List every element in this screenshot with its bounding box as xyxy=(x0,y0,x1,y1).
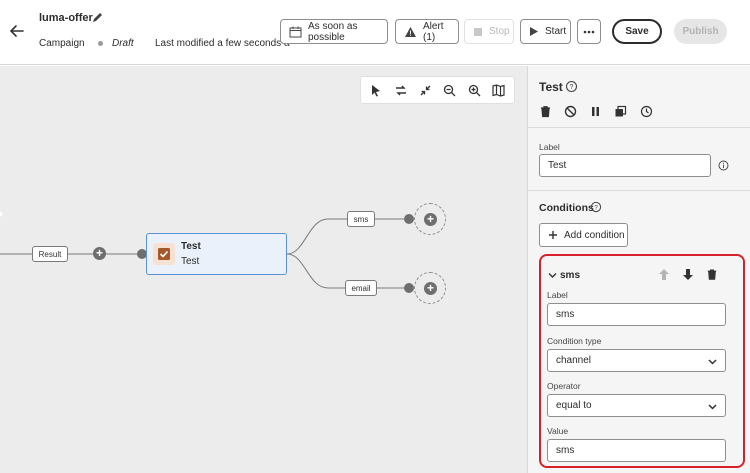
delete-condition-icon[interactable] xyxy=(706,268,718,281)
stop-label: Stop xyxy=(489,26,510,37)
test-node-icon-bg xyxy=(153,243,175,265)
test-node-subtitle: Test xyxy=(181,256,200,267)
status-dot xyxy=(98,41,103,46)
divider xyxy=(528,190,750,191)
back-arrow-icon[interactable] xyxy=(8,22,26,40)
value-label: Value xyxy=(547,426,569,436)
app-header: luma-offer Campaign Draft Last modified … xyxy=(0,0,750,65)
add-condition-button[interactable]: Add condition xyxy=(539,223,628,247)
play-icon xyxy=(530,27,538,36)
alert-button[interactable]: Alert (1) xyxy=(395,19,459,44)
plus-icon xyxy=(549,231,557,239)
status-label: Draft xyxy=(112,38,134,49)
save-button[interactable]: Save xyxy=(612,19,662,44)
help-icon[interactable]: ? xyxy=(565,80,578,93)
condition-type-label: Condition type xyxy=(547,336,602,346)
divider xyxy=(528,127,750,128)
campaign-type: Campaign xyxy=(39,38,85,49)
swap-direction-icon[interactable] xyxy=(391,81,410,100)
zoom-in-icon[interactable] xyxy=(465,81,484,100)
publish-button[interactable]: Publish xyxy=(674,19,727,44)
campaign-title: luma-offer xyxy=(39,12,93,24)
value-input[interactable]: sms xyxy=(547,439,726,462)
panel-title: Test xyxy=(539,80,563,94)
canvas-toolbar xyxy=(360,76,515,104)
history-icon[interactable] xyxy=(640,105,653,118)
start-button[interactable]: Start xyxy=(520,19,571,44)
branch-email-label[interactable]: email xyxy=(345,280,377,296)
connector-chevron-icon xyxy=(404,214,414,224)
zoom-out-icon[interactable] xyxy=(440,81,459,100)
add-activity-button[interactable]: + xyxy=(424,282,437,295)
more-button[interactable] xyxy=(577,19,601,44)
pause-icon[interactable] xyxy=(589,105,602,118)
chevron-down-icon[interactable] xyxy=(548,272,557,279)
map-icon[interactable] xyxy=(489,81,508,100)
conditions-title: Conditions xyxy=(539,202,594,214)
test-activity-node[interactable]: Test Test xyxy=(146,233,287,275)
help-icon[interactable]: ? xyxy=(590,201,602,213)
pencil-icon[interactable] xyxy=(91,11,104,24)
operator-select[interactable]: equal to xyxy=(547,394,726,417)
label-input[interactable]: Test xyxy=(539,154,711,177)
last-modified: Last modified a few seconds a xyxy=(155,38,290,49)
chevron-down-icon xyxy=(708,404,717,410)
select-pointer-icon[interactable] xyxy=(367,81,386,100)
label-field-label: Label xyxy=(539,142,560,152)
move-down-icon[interactable] xyxy=(682,268,694,281)
schedule-label: As soon as possible xyxy=(308,20,358,43)
condition-label-field-label: Label xyxy=(547,290,568,300)
collapse-icon[interactable] xyxy=(416,81,435,100)
start-label: Start xyxy=(545,26,567,37)
move-up-icon[interactable] xyxy=(658,268,670,281)
connector-chevron-icon xyxy=(404,283,414,293)
more-icon xyxy=(583,30,595,33)
stop-icon xyxy=(474,27,482,36)
delete-icon[interactable] xyxy=(539,105,552,118)
condition-name: sms xyxy=(560,270,581,281)
add-activity-button[interactable]: + xyxy=(424,213,437,226)
calendar-icon xyxy=(289,26,302,37)
alert-label: Alert (1) xyxy=(423,20,444,43)
condition-type-select[interactable]: channel xyxy=(547,349,726,372)
schedule-button[interactable]: As soon as possible xyxy=(280,19,388,44)
disable-icon[interactable] xyxy=(564,105,577,118)
alert-icon xyxy=(405,26,416,37)
add-activity-button[interactable]: + xyxy=(93,247,106,260)
duplicate-icon[interactable] xyxy=(614,105,627,118)
chevron-down-icon xyxy=(708,359,717,365)
add-condition-label: Add condition xyxy=(564,229,625,241)
svg-text:?: ? xyxy=(594,204,598,211)
svg-text:?: ? xyxy=(570,84,574,91)
condition-type-value: channel xyxy=(556,355,592,366)
branch-sms-label[interactable]: sms xyxy=(347,211,375,227)
info-icon[interactable] xyxy=(718,160,729,171)
test-node-title: Test xyxy=(181,241,201,252)
checkbox-icon xyxy=(158,248,170,260)
operator-value: equal to xyxy=(556,400,592,411)
operator-label: Operator xyxy=(547,381,581,391)
condition-label-input[interactable]: sms xyxy=(547,303,726,326)
condition-card: sms Label sms Condition type channel Ope… xyxy=(539,254,745,468)
result-node[interactable]: Result xyxy=(32,246,68,262)
stop-button[interactable]: Stop xyxy=(464,19,514,44)
properties-panel: Test ? Label Test Conditions ? Add condi… xyxy=(527,66,750,473)
